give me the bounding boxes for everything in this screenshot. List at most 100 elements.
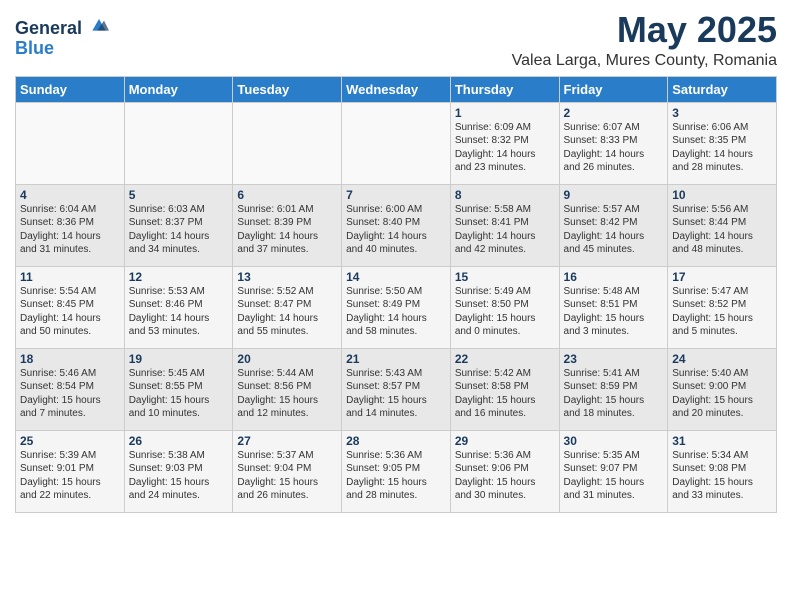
day-number: 16 — [564, 270, 664, 284]
day-number: 25 — [20, 434, 120, 448]
day-number: 18 — [20, 352, 120, 366]
day-number: 19 — [129, 352, 229, 366]
day-number: 5 — [129, 188, 229, 202]
calendar-cell: 13Sunrise: 5:52 AMSunset: 8:47 PMDayligh… — [233, 266, 342, 348]
calendar-cell: 14Sunrise: 5:50 AMSunset: 8:49 PMDayligh… — [342, 266, 451, 348]
day-info: Sunrise: 5:50 AMSunset: 8:49 PMDaylight:… — [346, 285, 446, 339]
day-info: Sunrise: 5:45 AMSunset: 8:55 PMDaylight:… — [129, 367, 229, 421]
header: General Blue May 2025 Valea Larga, Mures… — [15, 10, 777, 70]
day-number: 6 — [237, 188, 337, 202]
day-info: Sunrise: 5:34 AMSunset: 9:08 PMDaylight:… — [672, 449, 772, 503]
calendar-cell: 25Sunrise: 5:39 AMSunset: 9:01 PMDayligh… — [16, 430, 125, 512]
calendar-cell: 30Sunrise: 5:35 AMSunset: 9:07 PMDayligh… — [559, 430, 668, 512]
calendar-cell: 18Sunrise: 5:46 AMSunset: 8:54 PMDayligh… — [16, 348, 125, 430]
day-info: Sunrise: 5:48 AMSunset: 8:51 PMDaylight:… — [564, 285, 664, 339]
day-number: 22 — [455, 352, 555, 366]
day-info: Sunrise: 5:56 AMSunset: 8:44 PMDaylight:… — [672, 203, 772, 257]
calendar-week-5: 25Sunrise: 5:39 AMSunset: 9:01 PMDayligh… — [16, 430, 777, 512]
calendar-container: General Blue May 2025 Valea Larga, Mures… — [0, 0, 792, 523]
day-header-friday: Friday — [559, 76, 668, 102]
calendar-cell: 10Sunrise: 5:56 AMSunset: 8:44 PMDayligh… — [668, 184, 777, 266]
calendar-cell: 9Sunrise: 5:57 AMSunset: 8:42 PMDaylight… — [559, 184, 668, 266]
calendar-cell: 8Sunrise: 5:58 AMSunset: 8:41 PMDaylight… — [450, 184, 559, 266]
day-info: Sunrise: 5:43 AMSunset: 8:57 PMDaylight:… — [346, 367, 446, 421]
day-info: Sunrise: 5:53 AMSunset: 8:46 PMDaylight:… — [129, 285, 229, 339]
calendar-cell: 1Sunrise: 6:09 AMSunset: 8:32 PMDaylight… — [450, 102, 559, 184]
day-info: Sunrise: 5:47 AMSunset: 8:52 PMDaylight:… — [672, 285, 772, 339]
day-number: 27 — [237, 434, 337, 448]
logo-general: General — [15, 18, 82, 38]
day-number: 11 — [20, 270, 120, 284]
day-header-sunday: Sunday — [16, 76, 125, 102]
calendar-cell: 4Sunrise: 6:04 AMSunset: 8:36 PMDaylight… — [16, 184, 125, 266]
day-info: Sunrise: 5:40 AMSunset: 9:00 PMDaylight:… — [672, 367, 772, 421]
day-info: Sunrise: 5:41 AMSunset: 8:59 PMDaylight:… — [564, 367, 664, 421]
day-number: 2 — [564, 106, 664, 120]
calendar-cell: 17Sunrise: 5:47 AMSunset: 8:52 PMDayligh… — [668, 266, 777, 348]
calendar-cell: 29Sunrise: 5:36 AMSunset: 9:06 PMDayligh… — [450, 430, 559, 512]
day-header-tuesday: Tuesday — [233, 76, 342, 102]
calendar-cell: 15Sunrise: 5:49 AMSunset: 8:50 PMDayligh… — [450, 266, 559, 348]
day-info: Sunrise: 5:37 AMSunset: 9:04 PMDaylight:… — [237, 449, 337, 503]
calendar-cell: 26Sunrise: 5:38 AMSunset: 9:03 PMDayligh… — [124, 430, 233, 512]
calendar-cell: 28Sunrise: 5:36 AMSunset: 9:05 PMDayligh… — [342, 430, 451, 512]
day-info: Sunrise: 6:01 AMSunset: 8:39 PMDaylight:… — [237, 203, 337, 257]
day-number: 24 — [672, 352, 772, 366]
day-number: 28 — [346, 434, 446, 448]
day-info: Sunrise: 6:09 AMSunset: 8:32 PMDaylight:… — [455, 121, 555, 175]
day-number: 29 — [455, 434, 555, 448]
calendar-week-1: 1Sunrise: 6:09 AMSunset: 8:32 PMDaylight… — [16, 102, 777, 184]
calendar-cell — [342, 102, 451, 184]
day-info: Sunrise: 5:54 AMSunset: 8:45 PMDaylight:… — [20, 285, 120, 339]
day-header-thursday: Thursday — [450, 76, 559, 102]
day-number: 14 — [346, 270, 446, 284]
day-number: 30 — [564, 434, 664, 448]
day-number: 1 — [455, 106, 555, 120]
logo: General Blue — [15, 14, 109, 59]
day-number: 31 — [672, 434, 772, 448]
day-number: 26 — [129, 434, 229, 448]
calendar-cell: 19Sunrise: 5:45 AMSunset: 8:55 PMDayligh… — [124, 348, 233, 430]
logo-text: General — [15, 14, 109, 39]
day-info: Sunrise: 5:39 AMSunset: 9:01 PMDaylight:… — [20, 449, 120, 503]
day-header-wednesday: Wednesday — [342, 76, 451, 102]
calendar-cell: 2Sunrise: 6:07 AMSunset: 8:33 PMDaylight… — [559, 102, 668, 184]
day-info: Sunrise: 5:49 AMSunset: 8:50 PMDaylight:… — [455, 285, 555, 339]
day-info: Sunrise: 5:35 AMSunset: 9:07 PMDaylight:… — [564, 449, 664, 503]
calendar-cell — [16, 102, 125, 184]
calendar-header-row: SundayMondayTuesdayWednesdayThursdayFrid… — [16, 76, 777, 102]
day-number: 7 — [346, 188, 446, 202]
calendar-table: SundayMondayTuesdayWednesdayThursdayFrid… — [15, 76, 777, 513]
calendar-cell: 16Sunrise: 5:48 AMSunset: 8:51 PMDayligh… — [559, 266, 668, 348]
month-title: May 2025 — [512, 10, 777, 50]
day-info: Sunrise: 5:44 AMSunset: 8:56 PMDaylight:… — [237, 367, 337, 421]
calendar-cell: 22Sunrise: 5:42 AMSunset: 8:58 PMDayligh… — [450, 348, 559, 430]
day-info: Sunrise: 5:58 AMSunset: 8:41 PMDaylight:… — [455, 203, 555, 257]
day-info: Sunrise: 5:36 AMSunset: 9:06 PMDaylight:… — [455, 449, 555, 503]
calendar-cell: 5Sunrise: 6:03 AMSunset: 8:37 PMDaylight… — [124, 184, 233, 266]
calendar-cell — [233, 102, 342, 184]
day-info: Sunrise: 5:42 AMSunset: 8:58 PMDaylight:… — [455, 367, 555, 421]
day-info: Sunrise: 5:52 AMSunset: 8:47 PMDaylight:… — [237, 285, 337, 339]
day-number: 4 — [20, 188, 120, 202]
day-number: 23 — [564, 352, 664, 366]
day-info: Sunrise: 6:07 AMSunset: 8:33 PMDaylight:… — [564, 121, 664, 175]
day-info: Sunrise: 5:57 AMSunset: 8:42 PMDaylight:… — [564, 203, 664, 257]
day-info: Sunrise: 5:38 AMSunset: 9:03 PMDaylight:… — [129, 449, 229, 503]
day-info: Sunrise: 5:36 AMSunset: 9:05 PMDaylight:… — [346, 449, 446, 503]
day-header-saturday: Saturday — [668, 76, 777, 102]
calendar-cell: 31Sunrise: 5:34 AMSunset: 9:08 PMDayligh… — [668, 430, 777, 512]
calendar-cell — [124, 102, 233, 184]
day-info: Sunrise: 6:00 AMSunset: 8:40 PMDaylight:… — [346, 203, 446, 257]
day-info: Sunrise: 6:06 AMSunset: 8:35 PMDaylight:… — [672, 121, 772, 175]
calendar-cell: 11Sunrise: 5:54 AMSunset: 8:45 PMDayligh… — [16, 266, 125, 348]
day-number: 20 — [237, 352, 337, 366]
calendar-cell: 7Sunrise: 6:00 AMSunset: 8:40 PMDaylight… — [342, 184, 451, 266]
calendar-cell: 12Sunrise: 5:53 AMSunset: 8:46 PMDayligh… — [124, 266, 233, 348]
title-block: May 2025 Valea Larga, Mures County, Roma… — [512, 10, 777, 70]
location-title: Valea Larga, Mures County, Romania — [512, 52, 777, 70]
day-number: 12 — [129, 270, 229, 284]
calendar-cell: 6Sunrise: 6:01 AMSunset: 8:39 PMDaylight… — [233, 184, 342, 266]
day-header-monday: Monday — [124, 76, 233, 102]
calendar-cell: 24Sunrise: 5:40 AMSunset: 9:00 PMDayligh… — [668, 348, 777, 430]
